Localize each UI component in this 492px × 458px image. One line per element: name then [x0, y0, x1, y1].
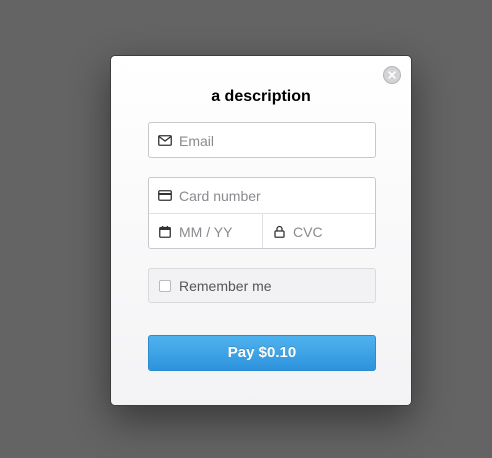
lock-icon [271, 224, 287, 240]
remember-me-checkbox[interactable] [159, 279, 171, 292]
checkout-modal: a description Email Card number MM / YY … [110, 55, 412, 406]
close-button[interactable] [383, 66, 401, 84]
remember-me-toggle[interactable]: Remember me [148, 268, 376, 303]
cvc-field[interactable]: CVC [263, 214, 375, 249]
pay-button[interactable]: Pay $0.10 [148, 335, 376, 371]
calendar-icon [157, 224, 173, 240]
modal-title: a description [211, 88, 311, 105]
credit-card-icon [157, 188, 173, 204]
remember-me-label: Remember me [179, 277, 272, 294]
email-field[interactable]: Email [148, 122, 376, 158]
cvc-placeholder: CVC [293, 223, 323, 240]
expiry-field[interactable]: MM / YY [149, 214, 262, 249]
close-icon [388, 66, 396, 84]
expiry-placeholder: MM / YY [179, 223, 233, 240]
card-number-field[interactable]: Card number [149, 178, 375, 213]
envelope-icon [157, 133, 173, 149]
email-placeholder: Email [179, 132, 215, 149]
card-number-placeholder: Card number [179, 187, 261, 204]
card-details-group: Card number MM / YY CVC [148, 177, 376, 249]
